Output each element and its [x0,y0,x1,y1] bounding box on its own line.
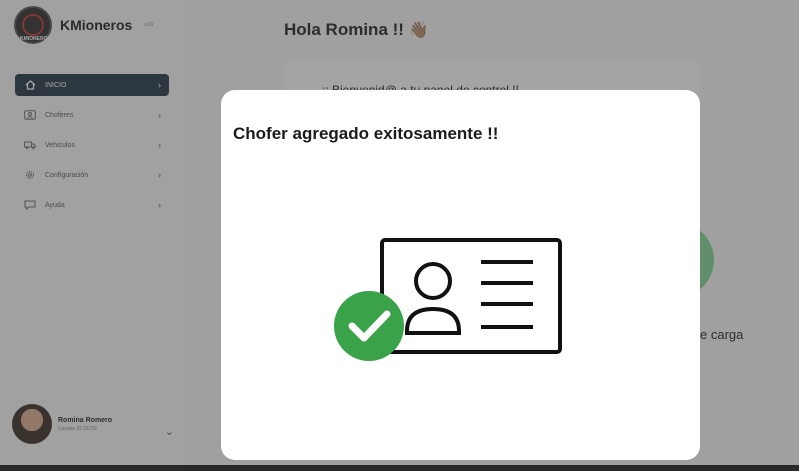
modal-title: Chofer agregado exitosamente !! [233,124,499,143]
success-modal: Chofer agregado exitosamente !! [221,90,700,460]
driver-id-card-check-icon [334,238,562,361]
